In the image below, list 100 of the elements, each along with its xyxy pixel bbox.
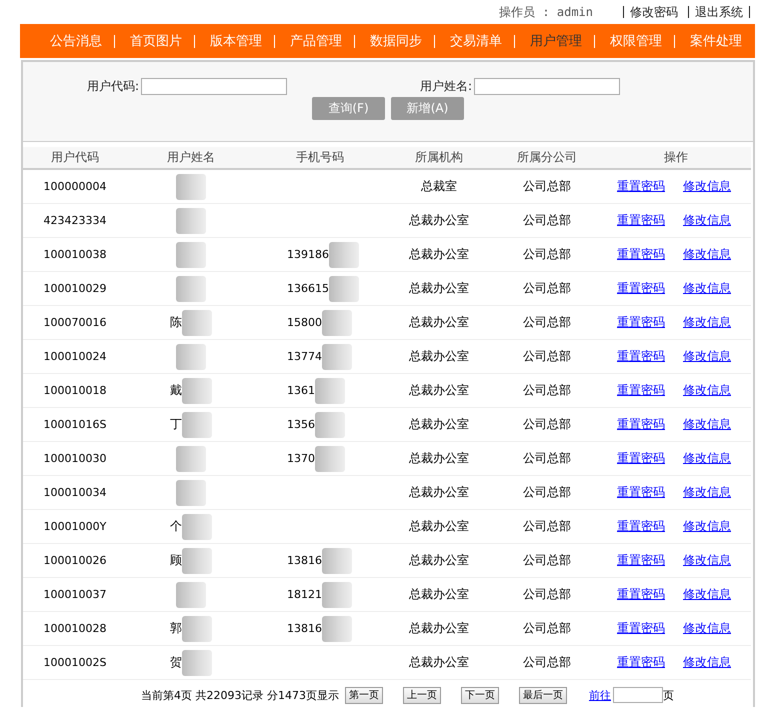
table-cell-text: 100000004 (42, 180, 108, 193)
column-header: 所属机构 (414, 149, 464, 166)
action-link[interactable]: 重置密码 (617, 246, 665, 263)
table-cell-text: 公司总部 (522, 586, 572, 603)
table-cell-text: 总裁办公室 (408, 552, 470, 569)
action-link[interactable]: 修改信息 (683, 178, 731, 195)
nav-tab[interactable]: 用户管理 (530, 34, 595, 48)
table-cell-text: 总裁办公室 (408, 518, 470, 535)
table-cell-text: 100070016 (42, 316, 108, 329)
table-cell-text: 总裁办公室 (408, 450, 470, 467)
page-suffix: 页 (662, 688, 674, 702)
column-header: 手机号码 (295, 149, 345, 166)
table-cell-text: 423423334 (42, 214, 108, 227)
table-cell-text: 总裁办公室 (408, 484, 470, 501)
table-cell: 15800 (287, 316, 322, 329)
table-cell-text: 公司总部 (522, 552, 572, 569)
action-link[interactable]: 修改信息 (683, 382, 731, 399)
table-cell-text: 公司总部 (522, 416, 572, 433)
field-label: 用户姓名: (420, 78, 472, 95)
action-link[interactable]: 修改信息 (683, 280, 731, 297)
page-button[interactable]: 上一页 (402, 686, 441, 704)
goto-link[interactable]: 前往 (588, 688, 611, 702)
table-cell: 139186 (287, 248, 329, 261)
action-link[interactable]: 修改信息 (683, 348, 731, 365)
table-cell-text: 公司总部 (522, 484, 572, 501)
top-link[interactable]: 退出系统 (688, 6, 750, 18)
table-cell-text: 总裁室 (420, 178, 458, 195)
page-button[interactable]: 第一页 (344, 686, 383, 704)
action-link[interactable]: 重置密码 (617, 212, 665, 229)
table-cell: 丁 (170, 416, 182, 433)
table-cell-text: 100010037 (42, 588, 108, 601)
table-cell-text: 100010030 (42, 452, 108, 465)
table-cell: 陈 (170, 314, 182, 331)
action-link[interactable]: 修改信息 (683, 416, 731, 433)
table-cell: 戴 (170, 382, 182, 399)
table-cell: 13816 (287, 554, 322, 567)
action-link[interactable]: 重置密码 (617, 484, 665, 501)
table-cell-text: 100010038 (42, 248, 108, 261)
table-cell-text: 10001000Y (42, 520, 108, 533)
table-cell-text: 公司总部 (522, 246, 572, 263)
column-header: 所属分公司 (516, 149, 578, 166)
table-cell-text: 10001016S (42, 418, 108, 431)
table-cell-text: 100010024 (42, 350, 108, 363)
action-link[interactable]: 修改信息 (683, 620, 731, 637)
table-cell-text: 公司总部 (522, 450, 572, 467)
action-link[interactable]: 修改信息 (683, 484, 731, 501)
table-cell: 136615 (287, 282, 329, 295)
table-cell-text: 公司总部 (522, 314, 572, 331)
input-field[interactable] (141, 78, 288, 95)
table-cell: 个 (170, 518, 182, 535)
action-link[interactable]: 修改信息 (683, 586, 731, 603)
action-link[interactable]: 重置密码 (617, 450, 665, 467)
page-button[interactable]: 最后一页 (518, 686, 567, 704)
action-link[interactable]: 重置密码 (617, 348, 665, 365)
table-cell-text: 公司总部 (522, 212, 572, 229)
action-link[interactable]: 重置密码 (617, 620, 665, 637)
table-cell: 顾 (170, 552, 182, 569)
table-cell-text: 总裁办公室 (408, 212, 470, 229)
table-cell-text: 总裁办公室 (408, 348, 470, 365)
table-cell-text: 公司总部 (522, 518, 572, 535)
table-cell-text: 总裁办公室 (408, 620, 470, 637)
table-cell-text: 100010018 (42, 384, 108, 397)
action-link[interactable]: 重置密码 (617, 382, 665, 399)
operator-label: 操作员 : admin (499, 4, 593, 20)
table-cell-text: 公司总部 (522, 280, 572, 297)
table-cell-text: 100010028 (42, 622, 108, 635)
page-button[interactable]: 下一页 (460, 686, 499, 704)
action-link[interactable]: 重置密码 (617, 416, 665, 433)
page-summary: 当前第4页 共22093记录 分1473页显示 (141, 688, 339, 702)
input-field[interactable] (474, 78, 620, 95)
action-link[interactable]: 修改信息 (683, 314, 731, 331)
table-cell-text: 公司总部 (522, 620, 572, 637)
action-link[interactable]: 修改信息 (683, 518, 731, 535)
table-cell-text: 总裁办公室 (408, 314, 470, 331)
table-cell-text: 10001002S (42, 656, 108, 669)
table-cell-text: 公司总部 (522, 178, 572, 195)
column-header: 用户姓名 (166, 149, 216, 166)
action-link[interactable]: 修改信息 (683, 212, 731, 229)
table-cell: 13774 (287, 350, 322, 363)
table-cell-text: 总裁办公室 (408, 280, 470, 297)
top-link[interactable]: 修改密码 (623, 6, 688, 18)
action-link[interactable]: 重置密码 (617, 518, 665, 535)
action-link[interactable]: 重置密码 (617, 178, 665, 195)
action-link[interactable]: 修改信息 (683, 552, 731, 569)
page-input[interactable] (612, 687, 663, 703)
action-link[interactable]: 重置密码 (617, 314, 665, 331)
table-cell-text: 公司总部 (522, 382, 572, 399)
action-link[interactable]: 重置密码 (617, 654, 665, 671)
action-link[interactable]: 修改信息 (683, 654, 731, 671)
table-cell-text: 总裁办公室 (408, 416, 470, 433)
action-link[interactable]: 重置密码 (617, 552, 665, 569)
action-link[interactable]: 重置密码 (617, 586, 665, 603)
table-cell: 1370 (287, 452, 315, 465)
action-link[interactable]: 修改信息 (683, 450, 731, 467)
table-cell: 郭 (170, 620, 182, 637)
table-cell: 贺 (170, 654, 182, 671)
action-link[interactable]: 修改信息 (683, 246, 731, 263)
action-link[interactable]: 重置密码 (617, 280, 665, 297)
table-cell-text: 总裁办公室 (408, 586, 470, 603)
table-cell: 1356 (287, 418, 315, 431)
